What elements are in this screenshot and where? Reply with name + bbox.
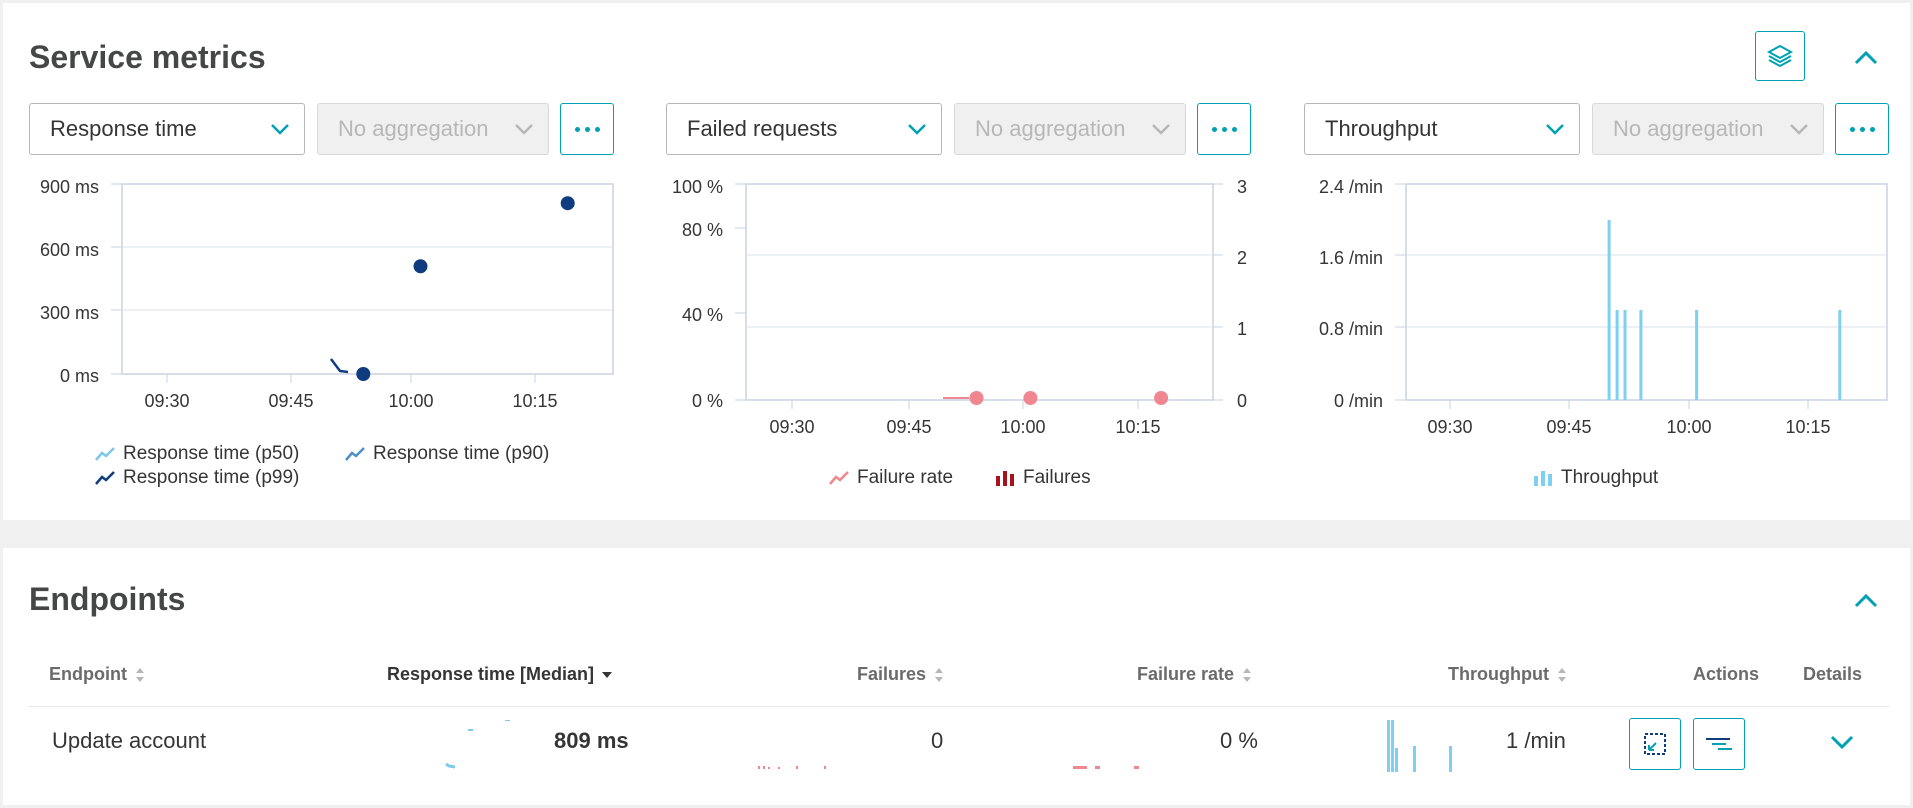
column-label: Failure rate (1137, 664, 1235, 684)
column-label: Endpoint (49, 664, 127, 684)
column-header-endpoint[interactable]: Endpoint (49, 664, 145, 685)
legend-label: Throughput (1561, 467, 1659, 488)
filter-lines-icon (1706, 738, 1732, 750)
sort-descending-icon (602, 671, 613, 678)
header-divider (29, 706, 1889, 707)
plot-area (1405, 183, 1888, 401)
column-label: Failures (857, 664, 927, 684)
column-label: Details (1803, 664, 1863, 684)
collapse-chevron-icon[interactable] (1852, 590, 1880, 610)
column-label: Response time [Median] (387, 664, 595, 684)
x-tick: 09:45 (1546, 417, 1591, 437)
filter-requests-button[interactable] (1693, 718, 1745, 770)
sort-icon (935, 667, 944, 682)
failures-sparkline (758, 766, 826, 769)
column-header-failure-rate[interactable]: Failure rate (1137, 664, 1252, 685)
throughput-bar (1607, 220, 1611, 400)
endpoints-panel: Endpoints Endpoint Response time [Median… (3, 548, 1910, 805)
failures-value: 0 (931, 728, 944, 753)
endpoint-name[interactable]: Update account (52, 728, 206, 754)
sort-icon (1557, 667, 1566, 682)
column-header-actions: Actions (1693, 664, 1759, 685)
throughput-bar (1838, 310, 1842, 400)
throughput-bar (1639, 310, 1643, 400)
y-tick: 0.8 /min (1319, 319, 1383, 339)
x-tick: 10:15 (1785, 417, 1830, 437)
bar-series-icon (1534, 471, 1552, 486)
response-time-sparkline (445, 720, 510, 769)
x-tick: 09:30 (1427, 417, 1472, 437)
y-tick: 2.4 /min (1319, 177, 1383, 197)
sort-icon (1243, 667, 1252, 682)
legend-item-throughput: Throughput (1533, 467, 1658, 489)
endpoints-title: Endpoints (29, 581, 186, 617)
response-time-value: 809 ms (554, 728, 629, 753)
select-area-icon (1644, 733, 1666, 755)
column-header-throughput[interactable]: Throughput (1448, 664, 1567, 685)
failure-rate-value: 0 % (1220, 728, 1258, 753)
sort-icon (135, 667, 144, 682)
column-header-details: Details (1803, 664, 1862, 685)
throughput-chart: 2.4 /min 1.6 /min 0.8 /min 0 /min 09:30 … (1319, 177, 1888, 437)
throughput-bars (1607, 220, 1842, 400)
expand-chevron-icon[interactable] (1828, 733, 1856, 753)
column-label: Actions (1693, 664, 1760, 684)
column-header-failures[interactable]: Failures (857, 664, 944, 685)
throughput-bar (1623, 310, 1627, 400)
x-tick: 10:00 (1666, 417, 1711, 437)
column-header-response-time[interactable]: Response time [Median] (387, 664, 613, 685)
column-label: Throughput (1448, 664, 1549, 684)
throughput-bar (1695, 310, 1699, 400)
throughput-bar (1615, 310, 1619, 400)
failure-rate-sparkline (1073, 766, 1139, 769)
throughput-value: 1 /min (1506, 728, 1566, 753)
analyze-button[interactable] (1629, 718, 1681, 770)
service-metrics-panel: Service metrics Response time No aggrega… (3, 3, 1910, 520)
throughput-sparkline (1387, 720, 1452, 772)
y-tick: 1.6 /min (1319, 248, 1383, 268)
y-tick: 0 /min (1334, 391, 1383, 411)
